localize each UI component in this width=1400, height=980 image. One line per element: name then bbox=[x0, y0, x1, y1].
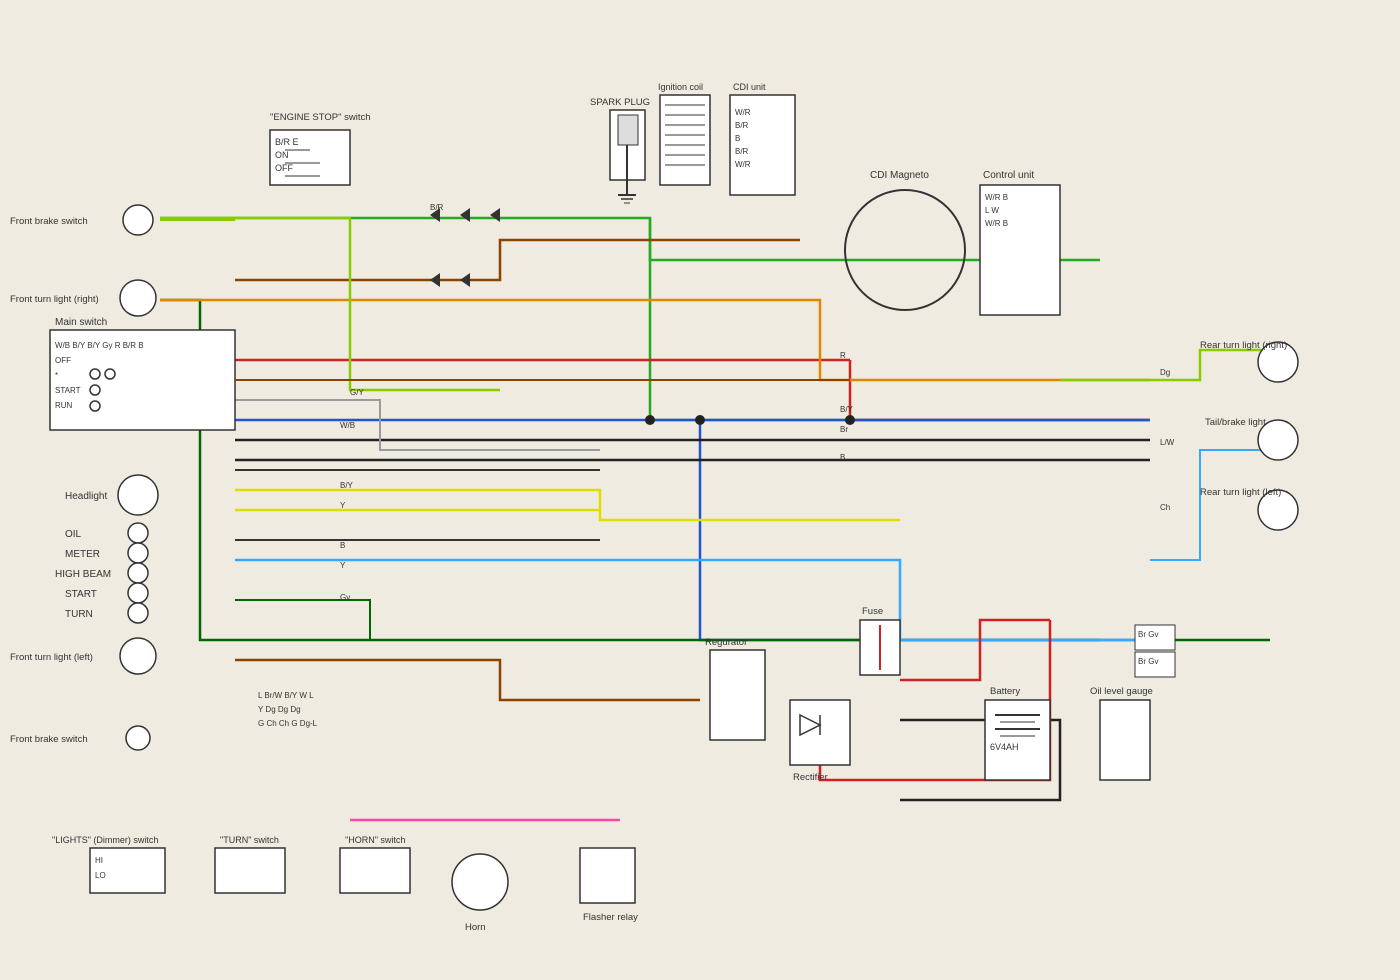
svg-text:L/W: L/W bbox=[1160, 438, 1175, 447]
svg-text:HI: HI bbox=[95, 856, 103, 865]
svg-text:G/Y: G/Y bbox=[350, 388, 364, 397]
svg-text:Flasher relay: Flasher relay bbox=[583, 912, 638, 923]
svg-text:Tail/brake light: Tail/brake light bbox=[1205, 417, 1266, 428]
svg-text:L Br/W B/Y W L: L Br/W B/Y W L bbox=[258, 691, 314, 700]
svg-text:Y Dg Dg Dg: Y Dg Dg Dg bbox=[258, 705, 301, 714]
svg-text:W/B B/Y B/Y Gy R B/R B: W/B B/Y B/Y Gy R B/R B bbox=[55, 341, 144, 350]
svg-text:LO: LO bbox=[95, 871, 106, 880]
svg-text:B/Y: B/Y bbox=[840, 405, 854, 414]
svg-text:Headlight: Headlight bbox=[65, 491, 107, 502]
svg-text:Ch: Ch bbox=[1160, 503, 1170, 512]
svg-text:Dg: Dg bbox=[1160, 368, 1170, 377]
svg-text:B/R: B/R bbox=[735, 147, 749, 156]
svg-text:W/B: W/B bbox=[340, 421, 355, 430]
svg-text:"HORN" switch: "HORN" switch bbox=[345, 835, 405, 845]
svg-text:"TURN" switch: "TURN" switch bbox=[220, 835, 279, 845]
svg-text:OFF: OFF bbox=[275, 163, 293, 173]
svg-text:Rectifier: Rectifier bbox=[793, 772, 828, 783]
main-container: WIRING DIAGRAM Yamaha QT50 CDI MAGNETO L… bbox=[0, 0, 1400, 980]
svg-text:B/R E: B/R E bbox=[275, 137, 299, 147]
svg-text:HIGH BEAM: HIGH BEAM bbox=[55, 569, 111, 580]
svg-text:Ignition coil: Ignition coil bbox=[658, 82, 703, 92]
svg-text:L W: L W bbox=[985, 206, 999, 215]
svg-text:Front turn light (left): Front turn light (left) bbox=[10, 652, 93, 663]
svg-text:RUN: RUN bbox=[55, 401, 73, 410]
svg-text:Regurator: Regurator bbox=[705, 637, 747, 648]
svg-text:Front turn light (right): Front turn light (right) bbox=[10, 294, 99, 305]
svg-text:Y: Y bbox=[340, 561, 346, 570]
svg-text:Front brake switch: Front brake switch bbox=[10, 216, 88, 227]
svg-text:OIL: OIL bbox=[65, 529, 82, 540]
svg-text:B: B bbox=[340, 541, 345, 550]
svg-text:OFF: OFF bbox=[55, 356, 71, 365]
svg-text:B/R: B/R bbox=[735, 121, 749, 130]
svg-text:Battery: Battery bbox=[990, 686, 1020, 697]
svg-text:Y: Y bbox=[340, 501, 346, 510]
svg-text:Rear turn light (right): Rear turn light (right) bbox=[1200, 340, 1287, 351]
svg-text:Oil level gauge: Oil level gauge bbox=[1090, 686, 1153, 697]
svg-text:6V4AH: 6V4AH bbox=[990, 742, 1019, 752]
svg-text:W/R: W/R bbox=[735, 108, 751, 117]
svg-text:B: B bbox=[840, 453, 845, 462]
svg-text:Fuse: Fuse bbox=[862, 606, 883, 617]
svg-text:W/R: W/R bbox=[735, 160, 751, 169]
svg-text:B: B bbox=[735, 134, 740, 143]
svg-text:CDI Magneto: CDI Magneto bbox=[870, 170, 929, 181]
svg-text:Main switch: Main switch bbox=[55, 317, 107, 328]
svg-text:"LIGHTS" (Dimmer) switch: "LIGHTS" (Dimmer) switch bbox=[52, 835, 158, 845]
svg-text:*: * bbox=[55, 371, 58, 380]
svg-text:"ENGINE STOP" switch: "ENGINE STOP" switch bbox=[270, 112, 371, 123]
svg-text:START: START bbox=[55, 386, 81, 395]
svg-text:Rear turn light (left): Rear turn light (left) bbox=[1200, 487, 1281, 498]
svg-text:W/R B: W/R B bbox=[985, 219, 1008, 228]
svg-text:Br: Br bbox=[840, 425, 848, 434]
svg-text:B/Y: B/Y bbox=[340, 481, 354, 490]
svg-text:METER: METER bbox=[65, 549, 100, 560]
svg-text:Br Gv: Br Gv bbox=[1138, 630, 1158, 639]
svg-text:TURN: TURN bbox=[65, 609, 93, 620]
svg-text:Horn: Horn bbox=[465, 922, 486, 933]
svg-text:START: START bbox=[65, 589, 97, 600]
svg-text:R: R bbox=[840, 351, 846, 360]
svg-text:ON: ON bbox=[275, 150, 289, 160]
svg-text:SPARK PLUG: SPARK PLUG bbox=[590, 97, 650, 108]
svg-text:Front brake switch: Front brake switch bbox=[10, 734, 88, 745]
svg-text:CDI unit: CDI unit bbox=[733, 82, 766, 92]
svg-text:G Ch Ch G Dg-L: G Ch Ch G Dg-L bbox=[258, 719, 318, 728]
wiring-diagram-svg: B/R E ON OFF "ENGINE STOP" switch SPARK … bbox=[0, 0, 1400, 980]
svg-text:W/R B: W/R B bbox=[985, 193, 1008, 202]
svg-text:B/R: B/R bbox=[430, 203, 444, 212]
svg-text:Control unit: Control unit bbox=[983, 170, 1034, 181]
svg-text:Br Gv: Br Gv bbox=[1138, 657, 1158, 666]
